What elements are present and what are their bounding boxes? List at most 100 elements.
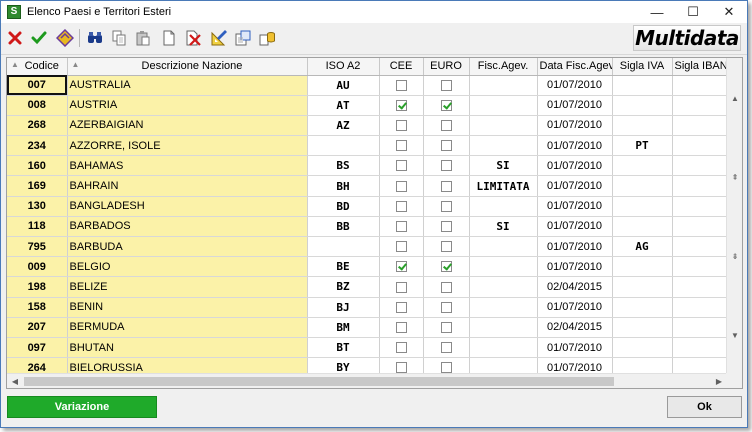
cell-data-fisc-agev[interactable]: 01/07/2010	[537, 337, 613, 359]
cell-iso[interactable]: BJ	[307, 297, 380, 318]
cell-data-fisc-agev[interactable]: 01/07/2010	[537, 236, 613, 258]
cell-codice[interactable]: 234	[7, 135, 68, 157]
cell-iso[interactable]: BH	[307, 175, 380, 197]
cell-fisc-agev[interactable]	[469, 236, 538, 258]
cee-checkbox[interactable]	[395, 241, 407, 253]
euro-checkbox[interactable]	[440, 180, 452, 192]
euro-checkbox[interactable]	[440, 321, 452, 333]
cell-iso[interactable]: BM	[307, 317, 380, 338]
euro-checkbox[interactable]	[440, 200, 452, 212]
table-row[interactable]: 169 BAHRAIN BH LIMITATA 01/07/2010	[7, 175, 728, 197]
cell-data-fisc-agev[interactable]: 01/07/2010	[537, 135, 613, 157]
cell-codice[interactable]: 268	[7, 115, 68, 137]
cell-sigla-iva[interactable]	[612, 196, 673, 217]
cell-euro[interactable]	[423, 317, 470, 338]
cell-euro[interactable]	[423, 236, 470, 258]
cell-data-fisc-agev[interactable]: 01/07/2010	[537, 216, 613, 238]
cell-sigla-iva[interactable]	[612, 115, 673, 137]
cell-data-fisc-agev[interactable]: 01/07/2010	[537, 256, 613, 278]
confirm-button[interactable]	[29, 28, 49, 48]
table-row[interactable]: 118 BARBADOS BB SI 01/07/2010	[7, 216, 728, 238]
cell-iso[interactable]: BD	[307, 196, 380, 217]
cell-fisc-agev[interactable]	[469, 75, 538, 96]
cell-sigla-iva[interactable]: PT	[612, 135, 673, 157]
minimize-button[interactable]: —	[639, 1, 675, 23]
paste-button[interactable]	[133, 28, 153, 48]
cee-checkbox[interactable]	[395, 160, 407, 172]
cee-checkbox[interactable]	[395, 281, 407, 293]
cell-fisc-agev[interactable]	[469, 135, 538, 157]
scroll-down-arrow[interactable]: ▼	[727, 328, 742, 343]
cell-sigla-iva[interactable]	[612, 75, 673, 96]
cell-cee[interactable]	[379, 196, 424, 217]
cell-descrizione[interactable]: BELGIO	[67, 256, 308, 278]
cell-sigla-iban[interactable]	[672, 216, 728, 238]
cell-descrizione[interactable]: BAHRAIN	[67, 175, 308, 197]
cell-cee[interactable]	[379, 175, 424, 197]
cell-sigla-iva[interactable]	[612, 317, 673, 338]
cell-sigla-iva[interactable]	[612, 297, 673, 318]
cell-euro[interactable]	[423, 135, 470, 157]
cell-sigla-iva[interactable]	[612, 155, 673, 177]
cell-iso[interactable]	[307, 135, 380, 157]
column-header-iso[interactable]: ISO A2	[307, 58, 380, 76]
cell-sigla-iban[interactable]	[672, 75, 728, 96]
euro-checkbox[interactable]	[440, 362, 452, 374]
cell-codice[interactable]: 009	[7, 256, 68, 278]
column-header-data-fisc-agev[interactable]: Data Fisc.Agev.	[537, 58, 613, 76]
cell-fisc-agev[interactable]	[469, 95, 538, 116]
cee-checkbox[interactable]	[395, 301, 407, 313]
cell-fisc-agev[interactable]	[469, 337, 538, 359]
cell-data-fisc-agev[interactable]: 02/04/2015	[537, 317, 613, 338]
cell-sigla-iban[interactable]	[672, 115, 728, 137]
cee-checkbox[interactable]	[395, 261, 407, 273]
cell-data-fisc-agev[interactable]: 01/07/2010	[537, 95, 613, 116]
cell-codice[interactable]: 118	[7, 216, 68, 238]
euro-checkbox[interactable]	[440, 261, 452, 273]
database-button[interactable]	[257, 28, 277, 48]
cell-sigla-iban[interactable]	[672, 297, 728, 318]
cell-iso[interactable]	[307, 236, 380, 258]
cee-checkbox[interactable]	[395, 79, 407, 91]
cell-fisc-agev[interactable]	[469, 276, 538, 298]
cee-checkbox[interactable]	[395, 321, 407, 333]
vertical-scrollbar[interactable]: ▲ ⇞ ⇟ ▼	[726, 58, 742, 374]
euro-checkbox[interactable]	[440, 221, 452, 232]
cell-codice[interactable]: 097	[7, 337, 68, 359]
cell-fisc-agev[interactable]	[469, 256, 538, 278]
cell-data-fisc-agev[interactable]: 01/07/2010	[537, 196, 613, 217]
cell-fisc-agev[interactable]	[469, 196, 538, 217]
cell-data-fisc-agev[interactable]: 01/07/2010	[537, 155, 613, 177]
cell-descrizione[interactable]: AZZORRE, ISOLE	[67, 135, 308, 157]
cell-iso[interactable]: BB	[307, 216, 380, 238]
cell-iso[interactable]: BZ	[307, 276, 380, 298]
cell-cee[interactable]	[379, 337, 424, 359]
cell-descrizione[interactable]: AZERBAIGIAN	[67, 115, 308, 137]
table-row[interactable]: 158 BENIN BJ 01/07/2010	[7, 297, 728, 318]
cell-codice[interactable]: 207	[7, 317, 68, 338]
cell-iso[interactable]: BE	[307, 256, 380, 278]
cell-codice[interactable]: 007	[7, 75, 68, 96]
remove-button[interactable]	[183, 28, 203, 48]
cee-checkbox[interactable]	[395, 99, 407, 111]
table-row[interactable]: 198 BELIZE BZ 02/04/2015	[7, 276, 728, 298]
column-header-cee[interactable]: CEE	[379, 58, 424, 76]
cell-cee[interactable]	[379, 216, 424, 238]
cell-cee[interactable]	[379, 115, 424, 137]
export-button[interactable]	[233, 28, 253, 48]
euro-checkbox[interactable]	[440, 120, 452, 132]
cell-euro[interactable]	[423, 337, 470, 359]
cell-fisc-agev[interactable]: LIMITATA	[469, 175, 538, 197]
cell-iso[interactable]: AT	[307, 95, 380, 116]
cee-checkbox[interactable]	[395, 200, 407, 212]
cell-descrizione[interactable]: BENIN	[67, 297, 308, 318]
close-button[interactable]: ✕	[711, 1, 747, 23]
cell-descrizione[interactable]: BERMUDA	[67, 317, 308, 338]
column-header-sigla-iban[interactable]: Sigla IBAN	[672, 58, 728, 76]
cell-euro[interactable]	[423, 115, 470, 137]
cell-sigla-iva[interactable]	[612, 337, 673, 359]
cell-sigla-iban[interactable]	[672, 276, 728, 298]
cell-sigla-iban[interactable]	[672, 95, 728, 116]
cell-descrizione[interactable]: BARBADOS	[67, 216, 308, 238]
new-button[interactable]	[159, 28, 179, 48]
